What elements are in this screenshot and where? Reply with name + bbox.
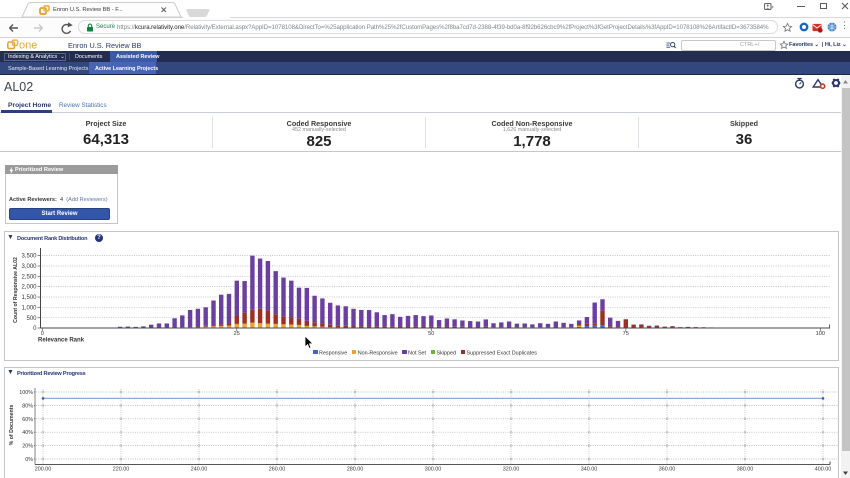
svg-text:75: 75	[623, 331, 629, 337]
svg-text:100: 100	[816, 331, 825, 337]
svg-text:200.00: 200.00	[35, 467, 52, 473]
svg-text:400.00: 400.00	[815, 467, 832, 473]
svg-text:360.00: 360.00	[659, 467, 676, 473]
svg-text:25: 25	[234, 331, 240, 337]
svg-text:40%: 40%	[22, 430, 33, 436]
svg-text:60%: 60%	[22, 417, 33, 423]
svg-text:one: one	[19, 40, 37, 50]
svg-text:% of Documents: % of Documents	[9, 405, 15, 446]
svg-text:340.00: 340.00	[581, 467, 598, 473]
svg-text:Count of Responsive AL02: Count of Responsive AL02	[13, 257, 19, 323]
svg-text:50: 50	[428, 331, 434, 337]
svg-text:260.00: 260.00	[269, 467, 286, 473]
svg-text:20%: 20%	[22, 444, 33, 450]
svg-text:1,000: 1,000	[21, 305, 37, 311]
svg-text:220.00: 220.00	[113, 467, 130, 473]
svg-text:3,500: 3,500	[21, 254, 37, 260]
svg-text:3,000: 3,000	[21, 264, 37, 270]
svg-text:320.00: 320.00	[503, 467, 520, 473]
svg-text:0: 0	[41, 331, 44, 337]
svg-text:2,000: 2,000	[21, 285, 37, 291]
svg-text:80%: 80%	[22, 403, 33, 409]
svg-text:380.00: 380.00	[737, 467, 754, 473]
svg-text:0: 0	[33, 326, 37, 332]
svg-text:280.00: 280.00	[347, 467, 364, 473]
svg-text:500: 500	[26, 316, 37, 322]
svg-text:100%: 100%	[19, 390, 33, 396]
svg-text:1,500: 1,500	[21, 295, 37, 301]
svg-text:0%: 0%	[25, 457, 33, 463]
svg-text:240.00: 240.00	[191, 467, 208, 473]
svg-text:300.00: 300.00	[425, 467, 442, 473]
svg-text:Relevance Rank: Relevance Rank	[38, 338, 85, 344]
svg-text:2,500: 2,500	[21, 274, 37, 280]
